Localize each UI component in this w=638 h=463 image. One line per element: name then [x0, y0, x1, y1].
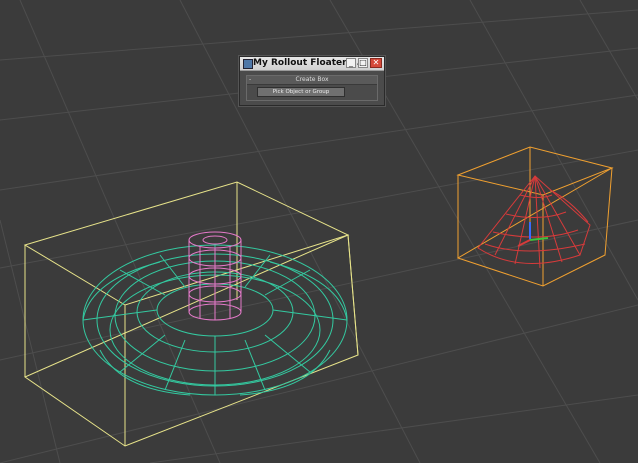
create-box-rollout: - Create Box Pick Object or Group — [246, 75, 378, 101]
maximize-icon[interactable]: □ — [358, 58, 368, 68]
window-titlebar[interactable]: My Rollout Floater ... _ □ ✕ — [240, 57, 384, 71]
app-icon — [243, 59, 253, 69]
rollout-title: Create Box — [295, 76, 329, 83]
minimize-icon[interactable]: _ — [346, 58, 356, 68]
close-icon[interactable]: ✕ — [370, 58, 382, 68]
window-title: My Rollout Floater ... — [253, 58, 360, 68]
rollout-floater-window[interactable]: My Rollout Floater ... _ □ ✕ - Create Bo… — [239, 56, 385, 106]
pick-object-button[interactable]: Pick Object or Group — [257, 87, 345, 97]
rollout-collapse-marker: - — [249, 76, 252, 83]
rollout-header[interactable]: - Create Box — [247, 76, 377, 85]
